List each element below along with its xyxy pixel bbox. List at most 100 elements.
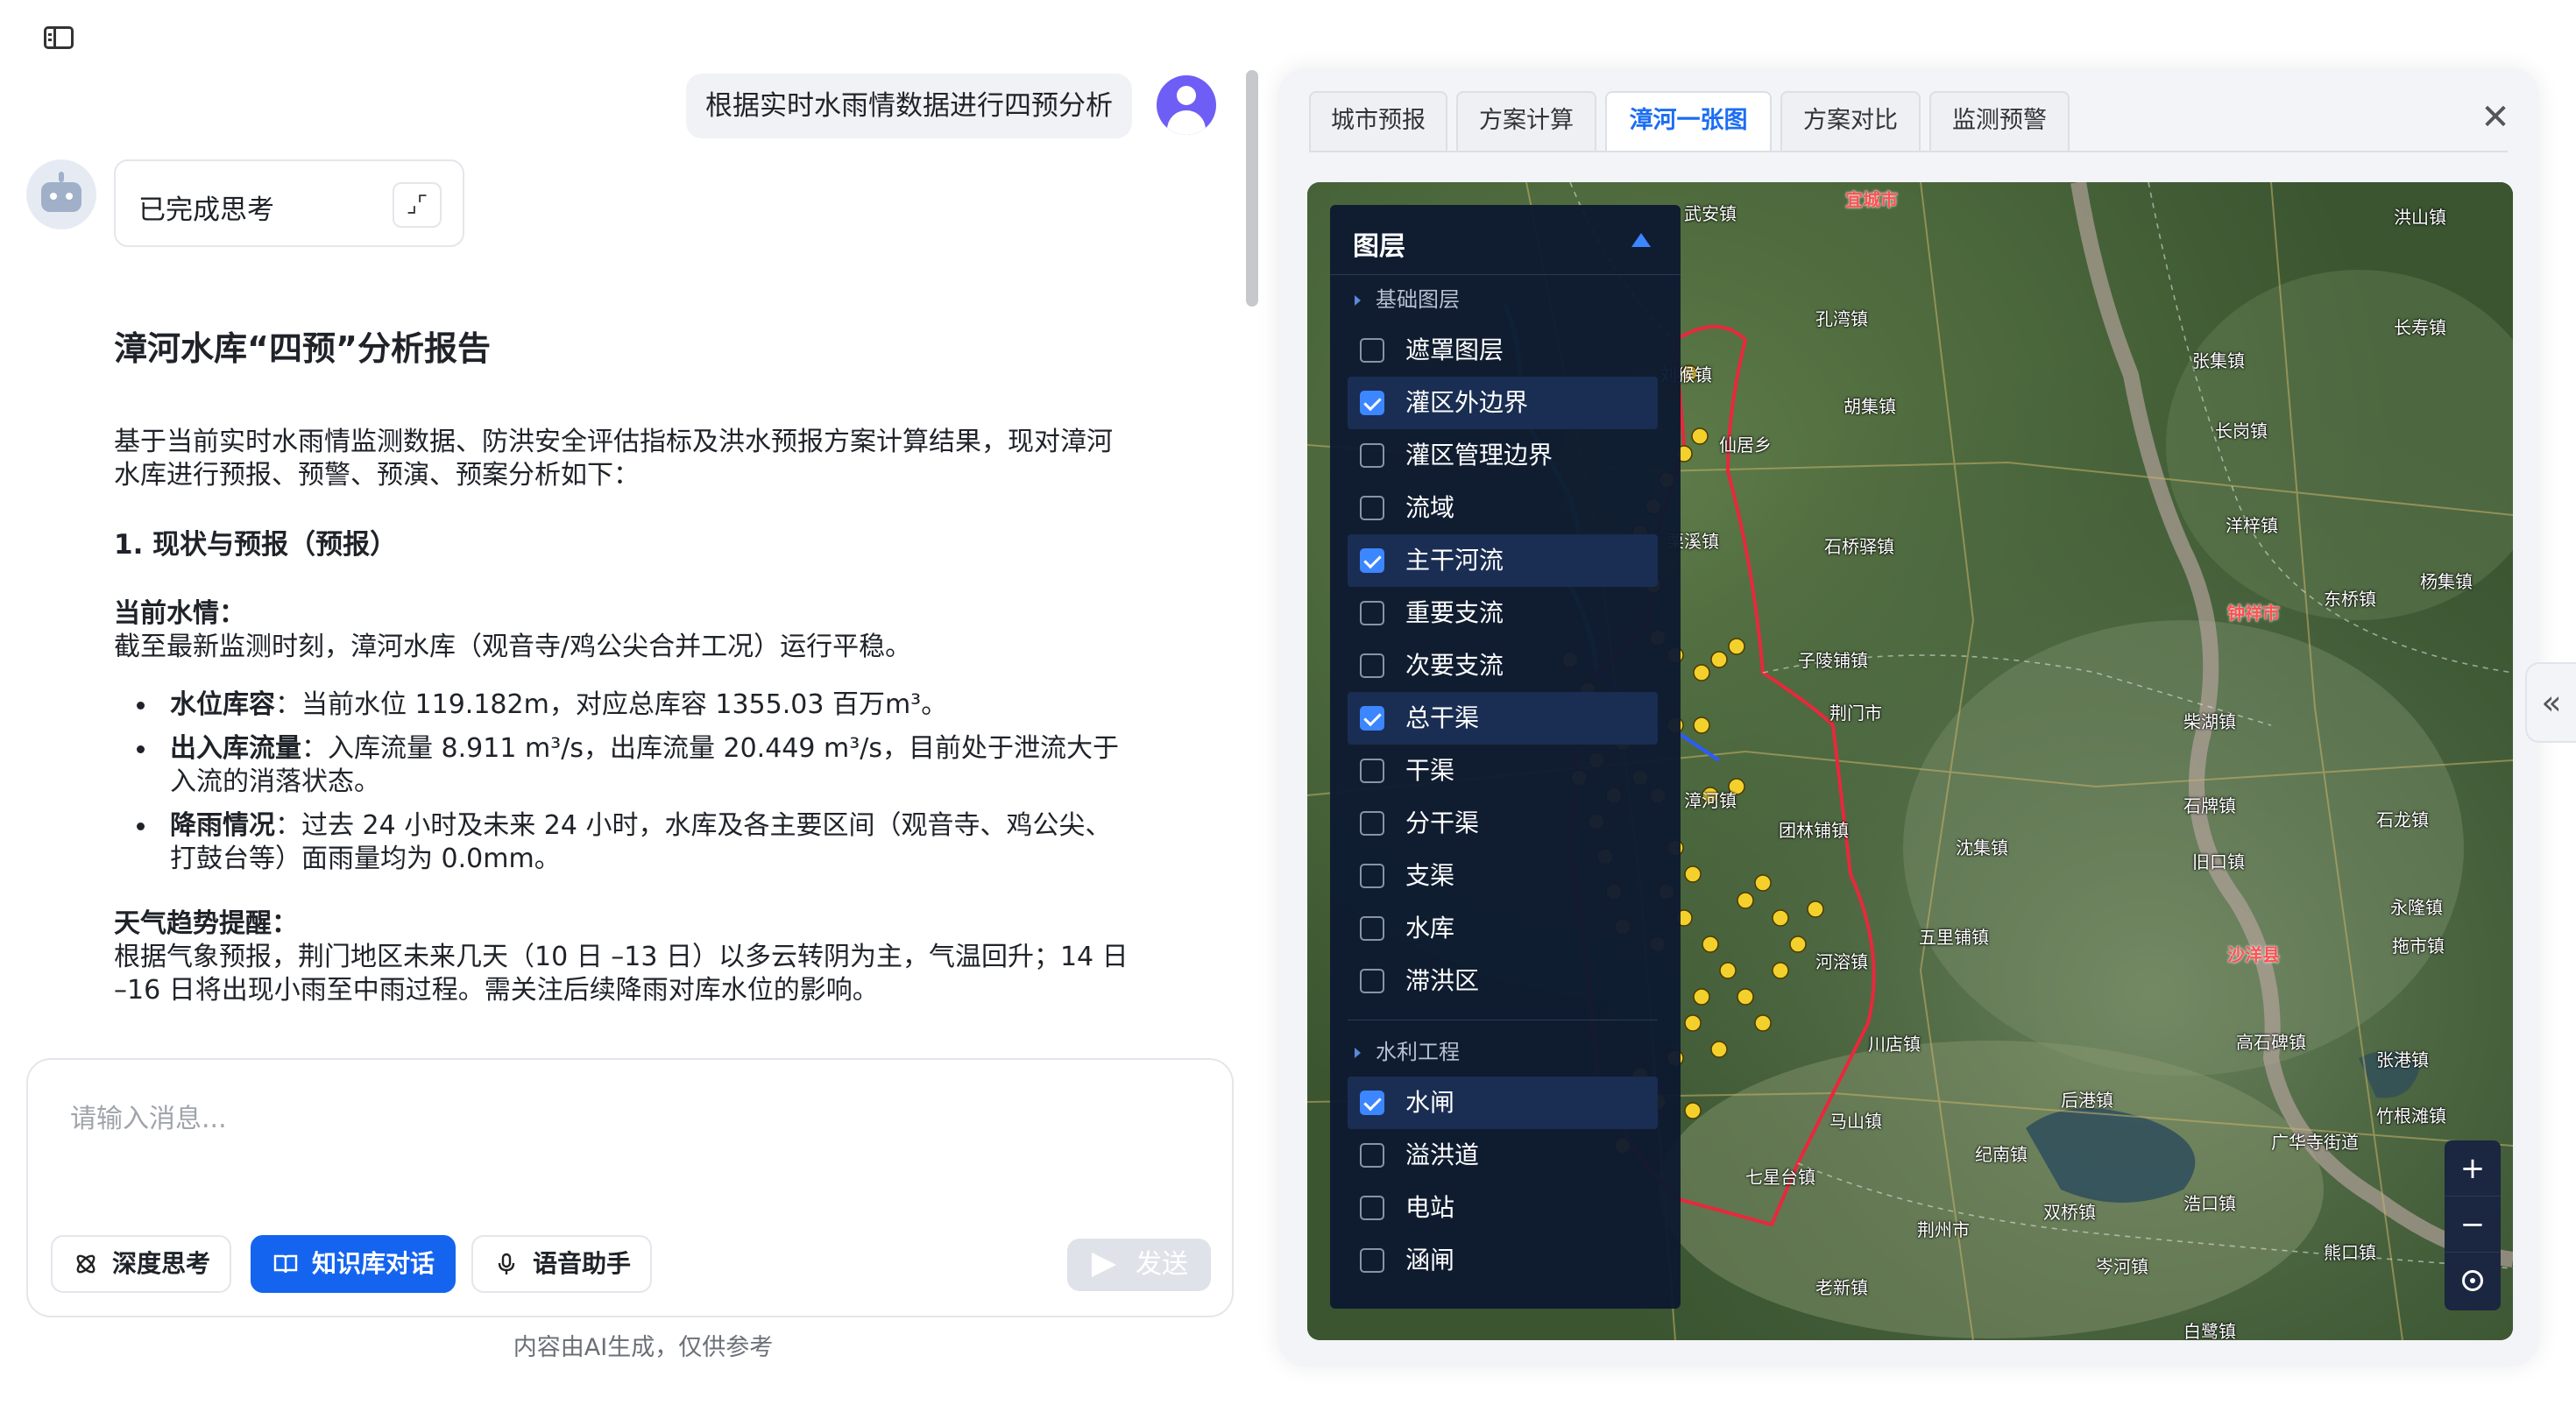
map-label: 老新镇 (1815, 1277, 1868, 1298)
layer-checkbox[interactable] (1360, 1196, 1384, 1220)
map-label: 浩口镇 (2183, 1193, 2236, 1214)
map-label: 荆州市 (1917, 1219, 1970, 1240)
send-button[interactable]: 发送 (1067, 1239, 1211, 1291)
layer-checkbox[interactable] (1360, 338, 1384, 363)
chevron-up-icon[interactable] (1631, 233, 1651, 247)
bullet-label: 出入库流量 (170, 733, 301, 764)
layer-item-reservoir[interactable]: 水库 (1348, 902, 1658, 955)
map-label: 岑河镇 (2096, 1256, 2148, 1277)
bullet-label: 水位库容 (170, 689, 275, 720)
locate-button[interactable] (2445, 1253, 2501, 1309)
map-label: 张港镇 (2376, 1049, 2429, 1070)
tab-zhanghe-map[interactable]: 漳河一张图 (1605, 91, 1772, 151)
layer-label: 涵闸 (1405, 1246, 1455, 1274)
layer-checkbox[interactable] (1360, 496, 1384, 520)
map-label: 双桥镇 (2043, 1202, 2096, 1223)
layer-checkbox[interactable] (1360, 653, 1384, 678)
map-label: 柴湖镇 (2183, 711, 2236, 732)
layer-checkbox[interactable] (1360, 969, 1384, 993)
layer-label: 支渠 (1405, 861, 1455, 890)
map-label: 洪山镇 (2394, 207, 2446, 228)
layer-item-main-river[interactable]: 主干河流 (1348, 534, 1658, 587)
layer-item-mask[interactable]: 遮罩图层 (1348, 324, 1658, 377)
layer-checkbox[interactable] (1360, 1143, 1384, 1168)
layer-checkbox[interactable] (1360, 601, 1384, 625)
layer-group-title[interactable]: 水利工程 (1330, 1027, 1681, 1077)
zoom-in-button[interactable]: + (2445, 1140, 2501, 1197)
layer-item-spillway[interactable]: 溢洪道 (1348, 1129, 1658, 1182)
bullet-text: ：过去 24 小时及未来 24 小时，水库及各主要区间（观音寺、鸡公尖、打鼓台等… (170, 810, 1112, 874)
close-icon[interactable]: ✕ (2478, 100, 2513, 135)
layer-item-culvert-gate[interactable]: 涵闸 (1348, 1234, 1658, 1287)
layer-item-major-tributary[interactable]: 重要支流 (1348, 587, 1658, 639)
map-panel: 城市预报 方案计算 漳河一张图 方案对比 监测预警 ✕ 武安镇 宜城市 洪山镇 … (1277, 68, 2539, 1366)
tab-divider (1309, 151, 2508, 152)
map-label: 旧口镇 (2192, 851, 2245, 872)
layer-checkbox[interactable] (1360, 706, 1384, 731)
layer-item-basin[interactable]: 流域 (1348, 482, 1658, 534)
layer-panel: 图层 基础图层 遮罩图层 灌区外边界 灌区管理边界 流域 主干河流 重要支流 次… (1330, 205, 1681, 1309)
map-label: 竹根滩镇 (2376, 1105, 2446, 1126)
layer-label: 灌区管理边界 (1405, 441, 1553, 470)
layer-checkbox[interactable] (1360, 443, 1384, 468)
map-label: 漳河镇 (1684, 790, 1737, 811)
message-input-box[interactable]: 请输入消息... 深度思考 知识库对话 语音助手 发送 (26, 1058, 1234, 1317)
deep-think-button[interactable]: 深度思考 (51, 1235, 232, 1293)
layer-label: 主干河流 (1405, 546, 1504, 575)
layer-label: 遮罩图层 (1405, 335, 1504, 364)
tab-monitor-warning[interactable]: 监测预警 (1929, 91, 2070, 151)
layer-checkbox[interactable] (1360, 1091, 1384, 1115)
layer-checkbox[interactable] (1360, 1248, 1384, 1273)
layer-checkbox[interactable] (1360, 864, 1384, 888)
map-label: 子陵铺镇 (1798, 650, 1868, 671)
layer-item-main-canal[interactable]: 总干渠 (1348, 692, 1658, 745)
tab-city-forecast[interactable]: 城市预报 (1309, 91, 1447, 151)
tab-scheme-compare[interactable]: 方案对比 (1780, 91, 1921, 151)
layer-item-district-outer-boundary[interactable]: 灌区外边界 (1348, 377, 1658, 429)
map-label: 长寿镇 (2394, 317, 2446, 338)
sidebar-toggle-icon[interactable] (44, 26, 74, 49)
layer-panel-header[interactable]: 图层 (1330, 205, 1681, 275)
layer-item-branch-canal[interactable]: 支渠 (1348, 850, 1658, 902)
layer-checkbox[interactable] (1360, 759, 1384, 783)
map-label: 沙洋县 (2227, 944, 2280, 965)
map-label: 钟祥市 (2227, 603, 2280, 624)
layer-item-minor-tributary[interactable]: 次要支流 (1348, 639, 1658, 692)
layer-checkbox[interactable] (1360, 811, 1384, 836)
layer-item-sub-trunk-canal[interactable]: 分干渠 (1348, 797, 1658, 850)
layer-item-trunk-canal[interactable]: 干渠 (1348, 745, 1658, 797)
map-label: 永隆镇 (2390, 897, 2443, 918)
collapse-icon[interactable]: ⌟⌜ (393, 182, 442, 228)
map-label: 长岗镇 (2215, 420, 2268, 441)
list-item: 出入库流量：入库流量 8.911 m³/s，出库流量 20.449 m³/s，目… (130, 732, 1130, 799)
layer-label: 干渠 (1405, 756, 1455, 785)
map-label: 石龙镇 (2376, 809, 2429, 830)
layer-label: 电站 (1405, 1193, 1455, 1222)
send-icon (1092, 1253, 1116, 1277)
layer-checkbox[interactable] (1360, 548, 1384, 573)
bullet-text: ：当前水位 119.182m，对应总库容 1355.03 百万m³。 (275, 689, 948, 720)
layer-label: 溢洪道 (1405, 1140, 1480, 1169)
thinking-label: 已完成思考 (138, 194, 274, 226)
send-label: 发送 (1136, 1249, 1188, 1280)
layer-item-flood-detention[interactable]: 滞洪区 (1348, 955, 1658, 1007)
double-chevron-left-icon[interactable]: « (2525, 662, 2576, 743)
map-label: 仙居乡 (1719, 434, 1772, 455)
map-label: 马山镇 (1829, 1111, 1882, 1132)
layer-checkbox[interactable] (1360, 916, 1384, 941)
satellite-map[interactable]: 武安镇 宜城市 洪山镇 孔湾镇 刘猴镇 胡集镇 张集镇 长寿镇 仙居乡 长岗镇 … (1307, 182, 2513, 1340)
layer-item-power-station[interactable]: 电站 (1348, 1182, 1658, 1234)
zoom-out-button[interactable]: − (2445, 1197, 2501, 1253)
map-label: 白鹭镇 (2183, 1321, 2236, 1340)
microphone-icon (498, 1253, 515, 1274)
layer-group-title[interactable]: 基础图层 (1330, 275, 1681, 324)
voice-assistant-button[interactable]: 语音助手 (471, 1235, 653, 1293)
tab-scheme-calc[interactable]: 方案计算 (1456, 91, 1596, 151)
chat-scrollbar[interactable] (1246, 70, 1258, 307)
layer-item-sluice[interactable]: 水闸 (1348, 1077, 1658, 1129)
layer-item-district-mgmt-boundary[interactable]: 灌区管理边界 (1348, 429, 1658, 482)
layer-checkbox[interactable] (1360, 391, 1384, 415)
map-label: 团林铺镇 (1779, 820, 1849, 841)
knowledge-chat-button[interactable]: 知识库对话 (251, 1235, 456, 1293)
map-label: 张集镇 (2192, 350, 2245, 371)
